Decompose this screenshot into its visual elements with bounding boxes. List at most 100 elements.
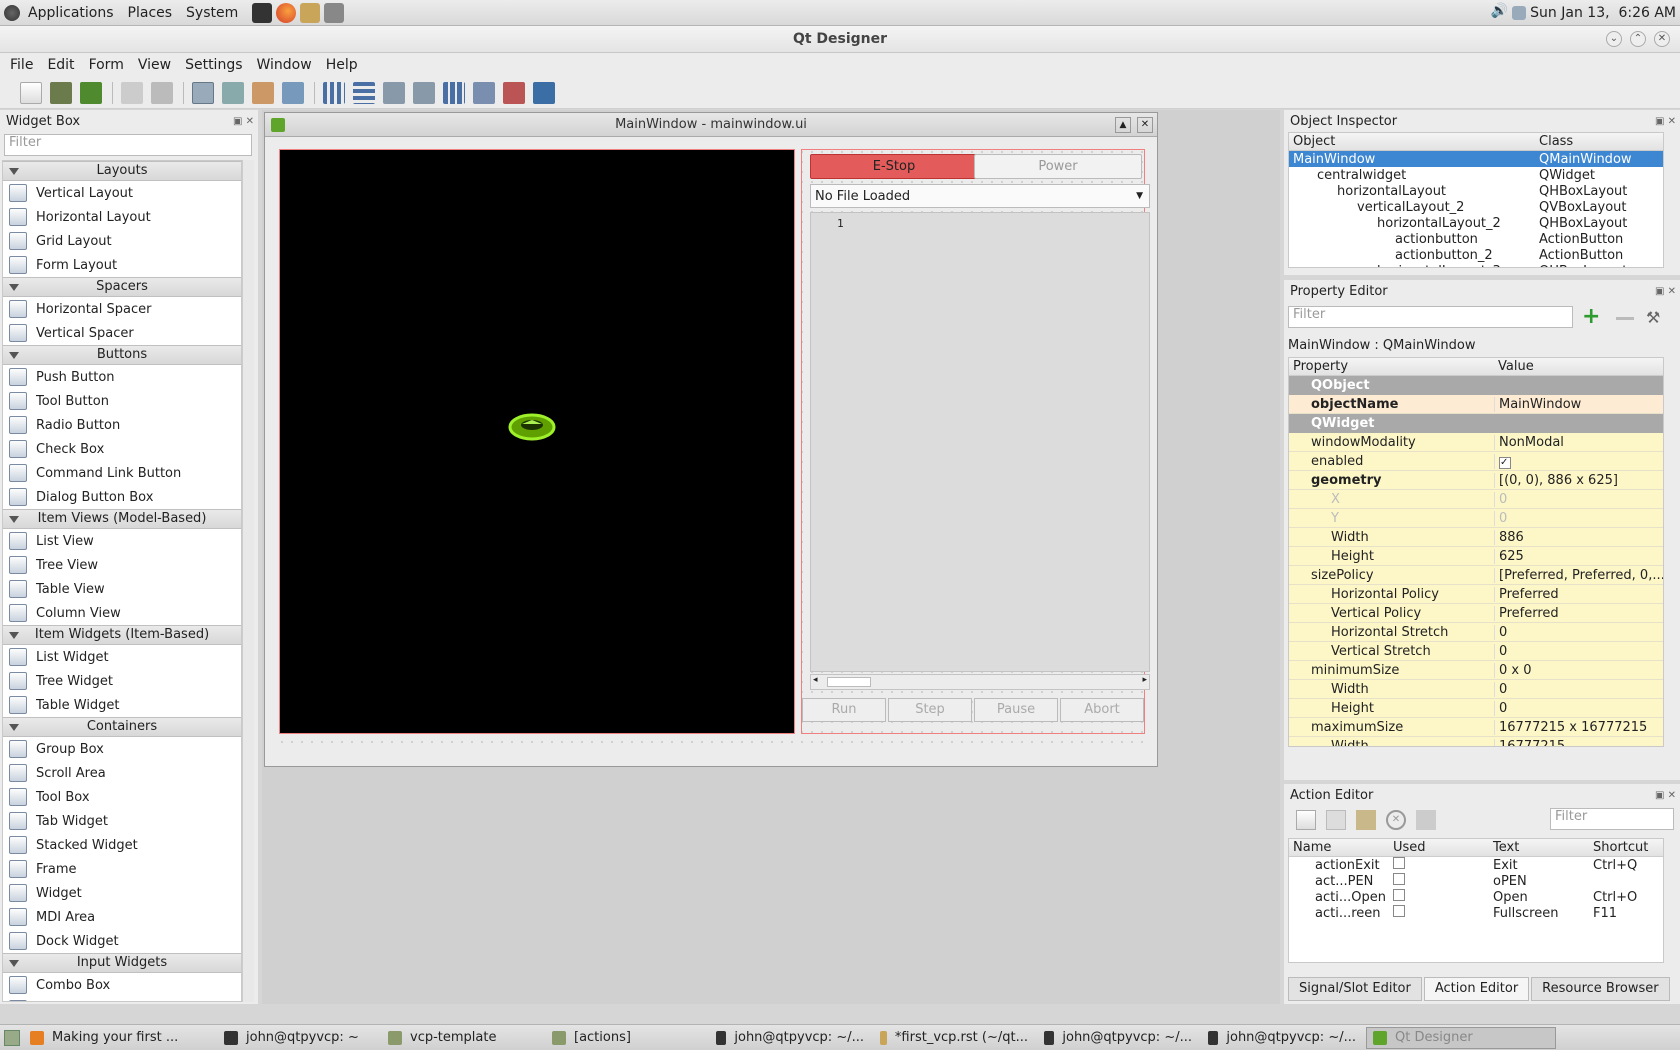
used-checkbox[interactable] <box>1393 873 1405 885</box>
col-used[interactable]: Used <box>1389 840 1489 855</box>
action-table[interactable]: Name Used Text Shortcut actionExit Exit Ct… <box>1288 838 1664 963</box>
action-row[interactable]: acti...reen Fullscreen F11 <box>1289 905 1663 921</box>
property-row[interactable]: X0 <box>1289 490 1663 509</box>
edit-widgets-icon[interactable] <box>192 81 214 104</box>
widget-item[interactable]: Group Box <box>3 737 241 761</box>
property-value[interactable]: 0 <box>1494 510 1663 526</box>
action-row[interactable]: actionExit Exit Ctrl+Q <box>1289 857 1663 873</box>
col-shortcut[interactable]: Shortcut <box>1589 840 1648 855</box>
widget-box-filter[interactable]: Filter <box>4 134 252 156</box>
vertical-splitter-icon[interactable] <box>413 81 435 104</box>
widget-item[interactable]: Radio Button <box>3 413 241 437</box>
col-value[interactable]: Value <box>1494 359 1534 374</box>
power-button[interactable]: Power <box>974 154 1142 179</box>
applications-menu[interactable]: Applications <box>28 5 114 21</box>
tab-signal-slot-editor[interactable]: Signal/Slot Editor <box>1288 977 1422 1001</box>
widget-item[interactable]: List Widget <box>3 645 241 669</box>
property-value[interactable]: [Preferred, Preferred, 0,... <box>1494 567 1663 583</box>
object-row[interactable]: horizontalLayout_3QHBoxLayout <box>1289 263 1663 268</box>
widget-item[interactable]: Push Button <box>3 365 241 389</box>
firefox-launcher-icon[interactable] <box>276 2 297 23</box>
gcode-editor[interactable]: 1 <box>810 212 1150 672</box>
property-value[interactable]: [(0, 0), 886 x 625] <box>1494 472 1663 488</box>
widget-item[interactable]: Combo Box <box>3 973 241 997</box>
property-row[interactable]: windowModality NonModal <box>1289 433 1663 452</box>
widget-box-list[interactable]: Layouts Vertical Layout Horizontal Layout G… <box>2 160 242 1002</box>
pause-button[interactable]: Pause <box>974 698 1058 722</box>
menu-settings[interactable]: Settings <box>185 57 242 73</box>
dock-float-close-icon[interactable]: ▣ ✕ <box>1655 116 1676 127</box>
used-checkbox[interactable] <box>1393 905 1405 917</box>
category-header[interactable]: Item Views (Model-Based) <box>3 509 241 529</box>
scroll-left-icon[interactable]: ◂ <box>813 675 818 685</box>
taskbar-item[interactable]: Qt Designer <box>1366 1026 1556 1049</box>
menu-window[interactable]: Window <box>257 57 312 73</box>
taskbar-item[interactable]: Making your first ... <box>24 1027 214 1049</box>
widget-item[interactable]: Tab Widget <box>3 809 241 833</box>
widget-item[interactable]: Horizontal Layout <box>3 205 241 229</box>
object-row[interactable]: verticalLayout_2 QVBoxLayout <box>1289 199 1663 215</box>
property-row[interactable]: Horizontal Policy Preferred <box>1289 585 1663 604</box>
abort-button[interactable]: Abort <box>1060 698 1144 722</box>
widget-item[interactable]: Tree Widget <box>3 669 241 693</box>
widget-item[interactable]: MDI Area <box>3 905 241 929</box>
edit-tab-order-icon[interactable] <box>282 81 304 104</box>
object-row[interactable]: centralwidget QWidget <box>1289 167 1663 183</box>
widget-item[interactable]: Command Link Button <box>3 461 241 485</box>
object-row[interactable]: actionbutton_2 ActionButton <box>1289 247 1663 263</box>
taskbar-item[interactable]: john@qtpyvcp: ~/... <box>1038 1027 1198 1049</box>
form-maximize-icon[interactable]: ▲ <box>1115 117 1131 133</box>
action-row[interactable]: acti...Open Open Ctrl+O <box>1289 889 1663 905</box>
network-icon[interactable] <box>1512 5 1527 20</box>
widget-item[interactable]: Table View <box>3 577 241 601</box>
category-header[interactable]: Spacers <box>3 277 241 297</box>
tab-resource-browser[interactable]: Resource Browser <box>1531 977 1670 1001</box>
system-menu[interactable]: System <box>186 5 238 21</box>
dock-float-close-icon[interactable]: ▣ ✕ <box>233 116 254 127</box>
gnome-foot-icon[interactable] <box>4 4 20 21</box>
lay-out-grid-icon[interactable] <box>443 81 465 104</box>
widget-item[interactable]: List View <box>3 529 241 553</box>
property-row[interactable]: geometry [(0, 0), 886 x 625] <box>1289 471 1663 490</box>
form-title-bar[interactable]: MainWindow - mainwindow.ui ▲ ✕ <box>265 113 1157 137</box>
property-row[interactable]: Vertical Policy Preferred <box>1289 604 1663 623</box>
property-value[interactable]: 625 <box>1494 548 1663 564</box>
gcode-horizontal-scrollbar[interactable]: ◂ ▸ <box>810 674 1150 690</box>
widget-item[interactable]: Frame <box>3 857 241 881</box>
property-value[interactable]: MainWindow <box>1494 396 1663 412</box>
lay-out-horizontally-icon[interactable] <box>323 81 345 104</box>
used-checkbox[interactable] <box>1393 889 1405 901</box>
col-name[interactable]: Name <box>1289 840 1389 855</box>
property-value[interactable]: Preferred <box>1494 586 1663 602</box>
widget-item[interactable]: Stacked Widget <box>3 833 241 857</box>
new-action-icon[interactable] <box>1296 810 1316 830</box>
property-value[interactable]: 0 <box>1494 700 1663 716</box>
delete-action-icon[interactable]: ✕ <box>1386 810 1406 830</box>
remove-property-icon[interactable] <box>1616 317 1634 320</box>
menu-file[interactable]: File <box>10 57 33 73</box>
action-row[interactable]: act...PEN oPEN <box>1289 873 1663 889</box>
property-value[interactable]: ✓ <box>1494 453 1663 469</box>
property-filter[interactable]: Filter <box>1288 306 1573 328</box>
widget-item[interactable]: Check Box <box>3 437 241 461</box>
enabled-checkbox[interactable]: ✓ <box>1499 456 1511 469</box>
lay-out-vertically-icon[interactable] <box>353 81 375 104</box>
property-value[interactable]: 16777215 x 16777215 <box>1494 719 1663 735</box>
bring-to-front-icon[interactable] <box>121 81 143 104</box>
minimize-icon[interactable]: ⌄ <box>1606 31 1622 47</box>
taskbar-item[interactable]: john@qtpyvcp: ~ <box>218 1027 378 1049</box>
property-table[interactable]: Property Value QObject objectName MainWind… <box>1288 357 1664 747</box>
new-form-icon[interactable] <box>20 81 42 104</box>
gimp-launcher-icon[interactable] <box>300 2 321 23</box>
widget-item[interactable]: Table Widget <box>3 693 241 717</box>
category-header[interactable]: Buttons <box>3 345 241 365</box>
property-row[interactable]: Y0 <box>1289 509 1663 528</box>
property-row[interactable]: sizePolicy [Preferred, Preferred, 0,... <box>1289 566 1663 585</box>
edit-buddies-icon[interactable] <box>252 81 274 104</box>
property-row[interactable]: Horizontal Stretch 0 <box>1289 623 1663 642</box>
menu-edit[interactable]: Edit <box>47 57 74 73</box>
widget-item[interactable]: Dock Widget <box>3 929 241 953</box>
object-row[interactable]: horizontalLayout_2 QHBoxLayout <box>1289 215 1663 231</box>
property-row[interactable]: Vertical Stretch 0 <box>1289 642 1663 661</box>
widget-item[interactable]: Form Layout <box>3 253 241 277</box>
